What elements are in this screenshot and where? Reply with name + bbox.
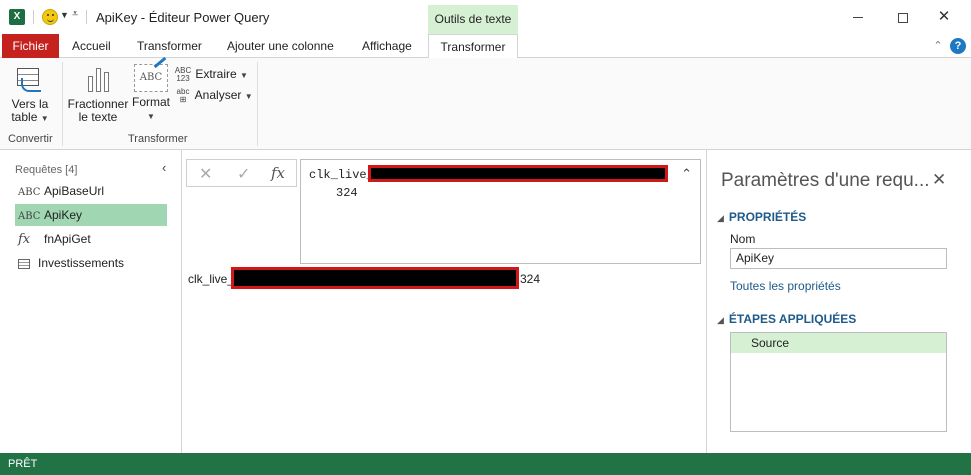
to-table-icon bbox=[15, 66, 45, 94]
extraire-button[interactable]: ABC 123 Extraire ▼ bbox=[174, 64, 248, 84]
vers-la-table-label-1: Vers la bbox=[11, 97, 49, 111]
formula-bar-controls: ✕ ✓ fx bbox=[186, 159, 297, 187]
collapse-triangle-icon: ◢ bbox=[717, 315, 724, 325]
fractionner-label-1: Fractionner bbox=[67, 97, 129, 111]
query-label: ApiBaseUrl bbox=[44, 184, 105, 198]
extraire-label: Extraire bbox=[195, 67, 237, 81]
group-label-convertir: Convertir bbox=[8, 133, 53, 145]
redaction-box bbox=[368, 165, 668, 182]
chevron-down-icon: ▼ bbox=[240, 71, 248, 80]
chevron-down-icon: ▼ bbox=[147, 112, 155, 121]
divider bbox=[33, 10, 34, 24]
ribbon-tabs: Fichier Accueil Transformer Ajouter une … bbox=[0, 34, 971, 59]
status-text: PRÊT bbox=[8, 458, 38, 470]
divider bbox=[257, 62, 258, 146]
chevron-up-icon[interactable]: ⌃ bbox=[681, 166, 692, 182]
divider bbox=[62, 62, 63, 146]
maximize-button[interactable] bbox=[888, 6, 918, 28]
vers-la-table-label-2: table bbox=[11, 110, 38, 124]
close-button[interactable]: ✕ bbox=[929, 6, 959, 28]
analyser-label: Analyser bbox=[194, 88, 242, 102]
result-prefix: clk_live_ bbox=[188, 272, 235, 286]
tab-accueil[interactable]: Accueil bbox=[62, 34, 121, 58]
properties-header-label: PROPRIÉTÉS bbox=[728, 210, 807, 224]
step-item-source[interactable]: Source bbox=[731, 333, 946, 353]
function-icon[interactable]: fx bbox=[271, 164, 285, 182]
parse-icon: abc ⊞ bbox=[176, 86, 190, 104]
chevron-down-icon: ▼ bbox=[244, 92, 253, 101]
queries-header: Requêtes [4] bbox=[15, 164, 78, 176]
queries-pane: Requêtes [4] ‹ ABC ApiBaseUrl ABC ApiKey f… bbox=[0, 150, 182, 453]
applied-steps-section-header[interactable]: ◢ ÉTAPES APPLIQUÉES bbox=[717, 312, 856, 326]
status-bar: PRÊT bbox=[0, 453, 971, 475]
tab-transformer[interactable]: Transformer bbox=[127, 34, 212, 58]
fractionner-label-2: le texte bbox=[78, 110, 118, 124]
properties-section-header[interactable]: ◢ PROPRIÉTÉS bbox=[717, 210, 806, 224]
text-type-icon: ABC bbox=[18, 187, 41, 198]
format-icon-text: ABC bbox=[139, 72, 163, 83]
formula-line-2: 324 bbox=[336, 186, 358, 200]
tab-transformer-contextual[interactable]: Transformer bbox=[428, 34, 518, 59]
context-tab-group-label: Outils de texte bbox=[428, 5, 518, 34]
collapse-triangle-icon: ◢ bbox=[717, 213, 724, 223]
text-type-icon: ABC bbox=[18, 211, 41, 222]
name-field[interactable]: ApiKey bbox=[730, 248, 947, 269]
vers-la-table-button[interactable]: Vers la table ▼ bbox=[8, 66, 52, 125]
table-icon bbox=[18, 258, 30, 269]
quick-access-customize-icon[interactable]: ⩡ bbox=[72, 8, 78, 21]
redaction-box bbox=[231, 267, 519, 289]
cancel-icon[interactable]: ✕ bbox=[199, 164, 212, 184]
format-label: Format bbox=[131, 95, 170, 109]
title-bar: X ▼ ⩡ ApiKey - Éditeur Power Query Outil… bbox=[0, 0, 971, 34]
settings-title: Paramètres d'une requ... bbox=[721, 170, 930, 191]
query-item-fnapiget[interactable]: fx fnApiGet bbox=[15, 228, 167, 250]
analyser-button[interactable]: abc ⊞ Analyser ▼ bbox=[174, 85, 253, 105]
minimize-icon bbox=[853, 17, 863, 19]
tab-affichage[interactable]: Affichage bbox=[352, 34, 422, 58]
split-column-icon bbox=[83, 66, 113, 94]
ribbon: Vers la table ▼ Convertir Fractionner le… bbox=[0, 56, 971, 150]
function-icon: fx bbox=[18, 232, 31, 247]
maximize-icon bbox=[898, 12, 908, 23]
help-icon[interactable]: ? bbox=[950, 38, 966, 54]
chevron-down-icon[interactable]: ▼ bbox=[60, 10, 69, 20]
extract-icon-bottom: 123 bbox=[176, 73, 190, 83]
name-label: Nom bbox=[730, 232, 756, 246]
chevron-down-icon: ▼ bbox=[40, 114, 49, 123]
applied-steps-list: Source bbox=[730, 332, 947, 432]
parse-icon-text: abc bbox=[176, 86, 190, 96]
divider bbox=[86, 10, 87, 24]
format-text-icon: ABC bbox=[134, 56, 168, 92]
formula-line-1: clk_live_ bbox=[309, 168, 374, 182]
minimize-button[interactable] bbox=[843, 6, 873, 28]
feedback-smiley-icon[interactable] bbox=[42, 9, 58, 25]
window-title: ApiKey - Éditeur Power Query bbox=[96, 10, 270, 25]
query-settings-pane: Paramètres d'une requ... ✕ ◢ PROPRIÉTÉS N… bbox=[706, 150, 971, 453]
collapse-ribbon-icon[interactable]: ⌃ bbox=[930, 38, 946, 54]
format-button[interactable]: ABC Format ▼ bbox=[130, 56, 172, 123]
close-icon[interactable]: ✕ bbox=[932, 170, 946, 190]
tab-ajouter-colonne[interactable]: Ajouter une colonne bbox=[217, 34, 344, 58]
query-label: fnApiGet bbox=[44, 232, 91, 246]
result-suffix: 324 bbox=[520, 272, 541, 286]
formula-editor[interactable]: clk_live_ 324 ⌃ bbox=[300, 159, 701, 264]
query-item-apikey[interactable]: ABC ApiKey bbox=[15, 204, 167, 226]
collapse-pane-icon[interactable]: ‹ bbox=[162, 160, 166, 175]
query-label: ApiKey bbox=[44, 208, 83, 222]
query-item-apibaseurl[interactable]: ABC ApiBaseUrl bbox=[15, 180, 167, 202]
extract-icon: ABC 123 bbox=[174, 66, 192, 83]
all-properties-link[interactable]: Toutes les propriétés bbox=[730, 279, 841, 293]
applied-steps-header-label: ÉTAPES APPLIQUÉES bbox=[728, 312, 857, 326]
group-label-transformer: Transformer bbox=[128, 133, 188, 145]
query-label: Investissements bbox=[38, 256, 125, 270]
tab-fichier[interactable]: Fichier bbox=[2, 34, 59, 58]
fractionner-texte-button[interactable]: Fractionner le texte bbox=[66, 66, 130, 124]
excel-icon: X bbox=[9, 9, 25, 25]
confirm-icon[interactable]: ✓ bbox=[237, 164, 250, 184]
query-item-investissements[interactable]: Investissements bbox=[15, 252, 167, 274]
